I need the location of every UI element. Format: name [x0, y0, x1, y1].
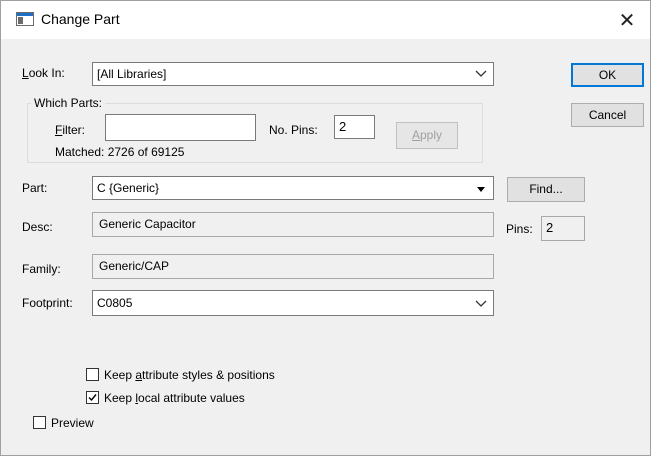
family-label: Family: — [22, 262, 61, 276]
filter-label: Filter: — [55, 123, 86, 137]
chevron-down-icon — [475, 300, 487, 307]
filter-input[interactable] — [105, 114, 256, 141]
title-bar: Change Part ✕ — [1, 1, 650, 39]
look-in-select[interactable]: [All Libraries] — [92, 62, 494, 86]
keep-styles-checkbox[interactable] — [86, 368, 99, 381]
pins-label: Pins: — [506, 222, 533, 236]
preview-label: Preview — [51, 416, 94, 430]
chevron-down-icon — [475, 70, 487, 77]
family-field: Generic/CAP — [92, 254, 494, 279]
footprint-value: C0805 — [97, 296, 133, 310]
keep-local-label: Keep local attribute values — [104, 391, 245, 405]
desc-field: Generic Capacitor — [92, 212, 494, 237]
keep-styles-label: Keep attribute styles & positions — [104, 368, 275, 382]
apply-button[interactable]: Apply — [396, 122, 458, 149]
ok-button[interactable]: OK — [571, 63, 644, 87]
preview-checkbox[interactable] — [33, 416, 46, 429]
footprint-select[interactable]: C0805 — [92, 290, 494, 316]
look-in-value: [All Libraries] — [97, 67, 167, 81]
no-pins-input[interactable]: 2 — [334, 115, 375, 139]
window-icon — [16, 12, 34, 26]
desc-label: Desc: — [22, 220, 53, 234]
which-parts-title: Which Parts: — [31, 96, 106, 110]
checkmark-icon — [88, 394, 97, 402]
pins-field: 2 — [541, 216, 585, 241]
matched-count: Matched: 2726 of 69125 — [55, 145, 185, 159]
part-label: Part: — [22, 181, 48, 195]
keep-local-checkbox[interactable] — [86, 391, 99, 404]
part-value: C {Generic} — [97, 181, 160, 195]
look-in-label: Look In: — [22, 66, 65, 80]
dropdown-arrow-icon — [477, 187, 485, 192]
find-button[interactable]: Find... — [507, 177, 585, 202]
change-part-dialog: Change Part ✕ Look In: [All Libraries] W… — [0, 0, 651, 456]
close-icon[interactable]: ✕ — [604, 1, 650, 39]
part-select[interactable]: C {Generic} — [92, 176, 494, 200]
footprint-label: Footprint: — [22, 296, 73, 310]
cancel-button[interactable]: Cancel — [571, 103, 644, 127]
no-pins-label: No. Pins: — [269, 123, 318, 137]
window-title: Change Part — [41, 11, 120, 27]
